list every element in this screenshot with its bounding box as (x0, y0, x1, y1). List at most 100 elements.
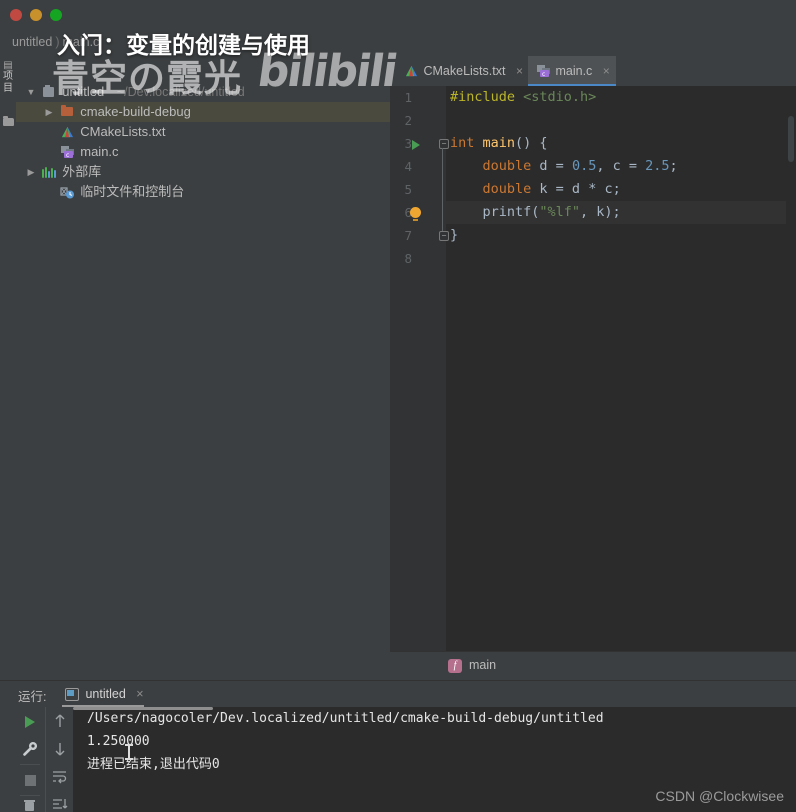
cmake-triangle-icon (61, 126, 73, 138)
code-line[interactable]: double d = 0.5, c = 2.5; (446, 155, 796, 178)
line-number: 4 (404, 159, 412, 174)
line-number: 2 (404, 113, 412, 128)
console-horizontal-scrollbar[interactable] (73, 707, 213, 710)
rerun-build-button[interactable] (16, 735, 44, 763)
scroll-to-end-icon (53, 799, 68, 809)
toolbar-breadcrumb-project[interactable]: untitled (12, 35, 52, 49)
window-controls (10, 9, 62, 21)
soft-wrap-button[interactable] (46, 763, 74, 791)
run-toolbar-column-right (45, 707, 74, 812)
arrow-down-icon (55, 743, 65, 756)
build-wrench-icon (23, 741, 38, 756)
spacer-icon: ▶ (42, 182, 56, 202)
delete-button[interactable] (16, 797, 44, 812)
code-line[interactable] (446, 247, 796, 270)
tree-item-scratches-and-consoles[interactable]: ▶ 临时文件和控制台 (16, 182, 390, 202)
tree-item-cmakelists[interactable]: ▶ CMakeLists.txt (16, 122, 390, 142)
code-token: "%lf" (539, 204, 581, 220)
line-number: 5 (404, 182, 412, 197)
structure-folder-icon[interactable] (3, 116, 14, 126)
code-token: 2.5 (645, 158, 670, 174)
code-token: , c = (596, 158, 646, 174)
code-token: #include (450, 89, 524, 105)
tree-item-main-c[interactable]: ▶ c main.c (16, 142, 390, 162)
c-file-icon: c (60, 142, 77, 162)
code-line[interactable]: } (446, 224, 796, 247)
svg-text:c: c (66, 152, 69, 158)
code-token: } (450, 227, 459, 243)
stop-button[interactable] (16, 766, 44, 794)
tree-item-external-libraries[interactable]: ▶ 外部库 (16, 162, 390, 182)
code-token: k = d * c; (531, 181, 621, 197)
soft-wrap-icon (53, 771, 67, 784)
intention-bulb-icon[interactable] (410, 207, 421, 221)
editor-gutter[interactable]: 1 2 3 4 5 6 7 8 − − (390, 86, 449, 652)
code-line[interactable]: printf("%lf", k); (446, 201, 796, 224)
code-lines[interactable]: #include <stdio.h> int main() { double d… (446, 86, 796, 652)
close-icon[interactable]: × (136, 687, 143, 701)
code-token: () { (515, 135, 548, 151)
project-panel: ▼ untitled ~/Dev.localized/untitled ▶ cm… (16, 56, 391, 680)
toolbar-breadcrumb-file[interactable]: main.c (62, 35, 99, 49)
tab-cmakelists-txt[interactable]: CMakeLists.txt × (396, 56, 529, 86)
close-icon[interactable]: × (516, 56, 523, 86)
previous-occurrence-button[interactable] (46, 707, 74, 735)
editor-area: CMakeLists.txt × c main.c × 1 2 3 4 5 6 … (390, 56, 796, 680)
code-token: int (450, 135, 483, 151)
code-line[interactable]: #include <stdio.h> (446, 86, 796, 109)
folder-icon (60, 102, 77, 122)
close-icon[interactable]: × (603, 56, 610, 86)
console-line: 进程已结束,退出代码0 (87, 757, 220, 772)
run-icon (25, 716, 35, 728)
chevron-right-icon[interactable]: ▶ (24, 162, 38, 182)
run-gutter-icon[interactable] (412, 140, 420, 150)
console-output[interactable]: /Users/nagocoler/Dev.localized/untitled/… (73, 707, 796, 812)
toolbar: untitled) main.c (0, 30, 796, 56)
code-token: ; (669, 158, 678, 174)
scroll-to-end-button[interactable] (46, 791, 74, 812)
chevron-down-icon[interactable]: ▼ (24, 82, 38, 102)
run-panel-label: 运行: (18, 690, 47, 704)
tree-item-label: cmake-build-debug (80, 104, 191, 119)
maximize-window-icon[interactable] (50, 9, 62, 21)
rerun-button[interactable] (16, 707, 44, 735)
run-panel: 运行: untitled × /Users/nagocoler/Dev.loca… (0, 680, 796, 812)
code-token: <stdio.h> (523, 89, 597, 105)
code-token: printf( (450, 204, 540, 220)
code-line[interactable] (446, 109, 796, 132)
code-token: double (482, 181, 532, 197)
module-icon (42, 82, 59, 102)
line-number: 7 (404, 228, 412, 243)
console-line: /Users/nagocoler/Dev.localized/untitled/… (87, 711, 604, 726)
breadcrumb-function-label[interactable]: main (469, 658, 496, 672)
line-number: 8 (404, 251, 412, 266)
scratch-glyph-icon (60, 187, 74, 199)
next-occurrence-button[interactable] (46, 735, 74, 763)
minimize-window-icon[interactable] (30, 9, 42, 21)
scrollbar-thumb[interactable] (788, 116, 794, 162)
cmake-icon (404, 56, 420, 86)
tree-item-path: ~/Dev.localized/untitled (116, 85, 245, 99)
toolbar-breadcrumb[interactable]: untitled) main.c (12, 35, 99, 49)
close-window-icon[interactable] (10, 9, 22, 21)
c-file-glyph-icon: c (537, 65, 550, 77)
chevron-right-icon[interactable]: ▶ (42, 102, 56, 122)
tree-item-cmake-build-debug[interactable]: ▶ cmake-build-debug (16, 102, 390, 122)
code-line[interactable]: int main() { (446, 132, 796, 155)
scratches-icon (60, 182, 77, 202)
run-tab-untitled[interactable]: untitled × (62, 681, 144, 707)
code-editor[interactable]: 1 2 3 4 5 6 7 8 − − #include <stdio.h> i… (390, 86, 796, 652)
editor-scrollbar[interactable] (786, 116, 796, 652)
code-line[interactable]: double k = d * c; (446, 178, 796, 201)
editor-breadcrumb: f main (390, 651, 796, 680)
sidebar-item-project[interactable]: ▤ 项目 (0, 60, 16, 95)
run-panel-header: 运行: untitled × (0, 681, 796, 707)
c-file-glyph-icon: c (60, 146, 74, 158)
tab-main-c[interactable]: c main.c × (528, 56, 616, 86)
project-panel-icon: ▤ (3, 60, 13, 71)
tree-item-label: CMakeLists.txt (80, 124, 166, 139)
c-file-icon: c (536, 56, 552, 86)
tree-item-untitled[interactable]: ▼ untitled ~/Dev.localized/untitled (16, 82, 390, 102)
console-line: 1.250000 (87, 734, 150, 749)
